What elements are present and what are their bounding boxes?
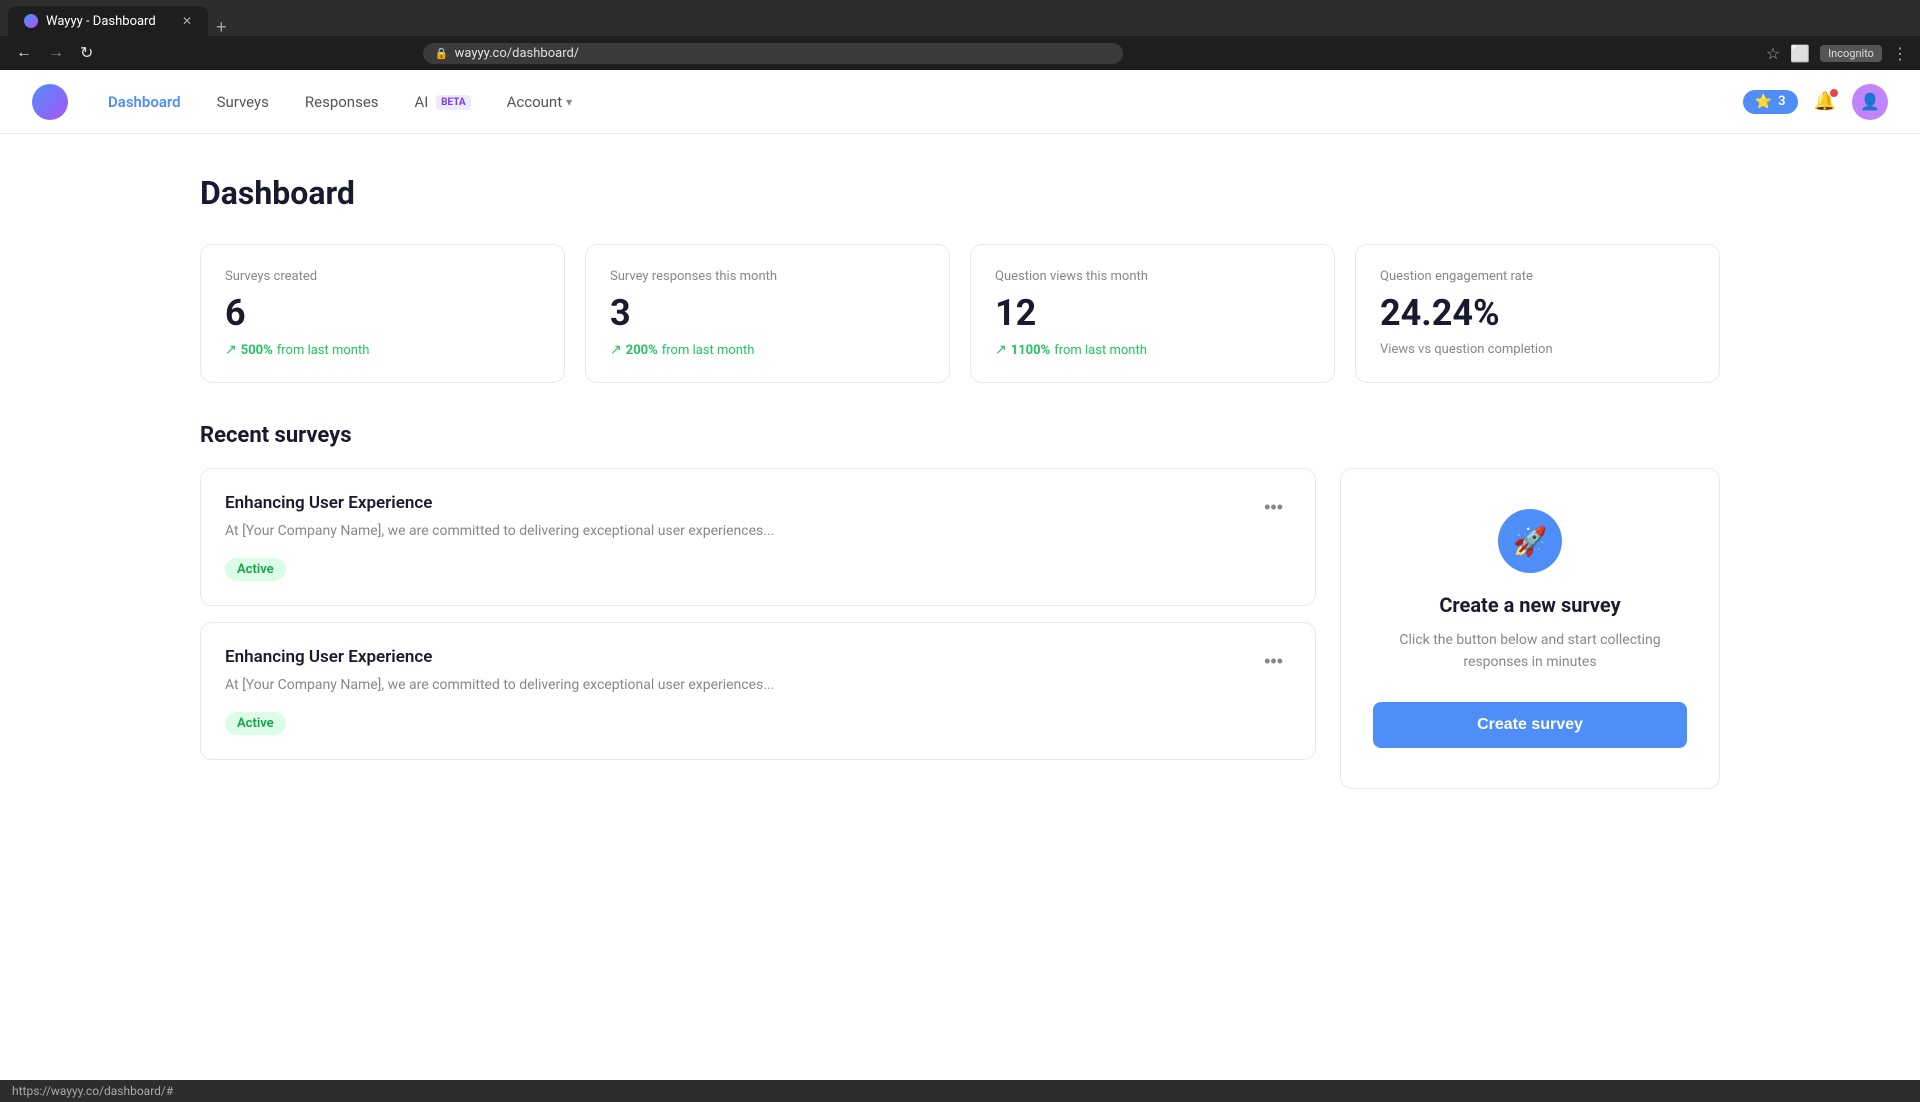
stat-card-responses: Survey responses this month 3 ↗ 200% fro… bbox=[585, 244, 950, 383]
surveys-layout: Enhancing User Experience At [Your Compa… bbox=[200, 468, 1720, 789]
tab-favicon bbox=[24, 14, 38, 28]
new-tab-button[interactable]: + bbox=[216, 18, 227, 36]
active-tab[interactable]: Wayyy - Dashboard ✕ bbox=[8, 6, 208, 36]
stat-suffix-0: from last month bbox=[277, 343, 370, 358]
nav-link-ai[interactable]: AI BETA bbox=[399, 85, 487, 119]
refresh-button[interactable]: ↻ bbox=[76, 41, 97, 65]
account-label: Account bbox=[507, 93, 563, 111]
forward-button[interactable]: → bbox=[44, 42, 68, 64]
browser-toolbar: ← → ↻ 🔒 wayyy.co/dashboard/ ☆ ⬜ Incognit… bbox=[0, 36, 1920, 70]
create-survey-desc: Click the button below and start collect… bbox=[1373, 629, 1687, 674]
app-container: Dashboard Surveys Responses AI BETA Acco… bbox=[0, 70, 1920, 1080]
stat-label-surveys-created: Surveys created bbox=[225, 269, 540, 284]
stat-label-responses: Survey responses this month bbox=[610, 269, 925, 284]
surveys-list: Enhancing User Experience At [Your Compa… bbox=[200, 468, 1316, 789]
points-count: 3 bbox=[1778, 94, 1785, 109]
create-survey-card: 🚀 Create a new survey Click the button b… bbox=[1340, 468, 1720, 789]
incognito-badge: Incognito bbox=[1820, 45, 1882, 62]
survey-more-button-0[interactable]: ••• bbox=[1256, 493, 1291, 522]
stat-label-engagement: Question engagement rate bbox=[1380, 269, 1695, 284]
arrow-icon-2: ↗ bbox=[995, 342, 1007, 358]
url-text: wayyy.co/dashboard/ bbox=[455, 46, 580, 61]
stat-suffix-1: from last month bbox=[662, 343, 755, 358]
stat-card-engagement: Question engagement rate 24.24% Views vs… bbox=[1355, 244, 1720, 383]
page-title: Dashboard bbox=[200, 174, 1720, 212]
chevron-down-icon: ▾ bbox=[566, 95, 572, 109]
nav-link-dashboard[interactable]: Dashboard bbox=[92, 85, 197, 119]
stat-card-surveys-created: Surveys created 6 ↗ 500% from last month bbox=[200, 244, 565, 383]
survey-card-header-0: Enhancing User Experience At [Your Compa… bbox=[225, 493, 1291, 581]
toolbar-right: ☆ ⬜ Incognito ⋮ bbox=[1766, 44, 1908, 63]
logo[interactable] bbox=[32, 84, 68, 120]
stat-suffix-2: from last month bbox=[1054, 343, 1147, 358]
arrow-icon-0: ↗ bbox=[225, 342, 237, 358]
extensions-icon[interactable]: ⬜ bbox=[1790, 44, 1810, 63]
create-survey-button[interactable]: Create survey bbox=[1373, 702, 1687, 748]
nav-link-responses[interactable]: Responses bbox=[289, 85, 395, 119]
tab-title: Wayyy - Dashboard bbox=[46, 14, 156, 29]
main-content: Dashboard Surveys created 6 ↗ 500% from … bbox=[0, 134, 1920, 1080]
nav-link-surveys[interactable]: Surveys bbox=[201, 85, 285, 119]
stats-grid: Surveys created 6 ↗ 500% from last month… bbox=[200, 244, 1720, 383]
status-bar: https://wayyy.co/dashboard/# bbox=[0, 1080, 1920, 1102]
stat-value-surveys-created: 6 bbox=[225, 292, 540, 334]
stat-pct-2: 1100% bbox=[1011, 343, 1050, 358]
stat-value-engagement: 24.24% bbox=[1380, 292, 1695, 334]
address-bar[interactable]: 🔒 wayyy.co/dashboard/ bbox=[423, 43, 1123, 64]
browser-chrome: Wayyy - Dashboard ✕ + ← → ↻ 🔒 wayyy.co/d… bbox=[0, 0, 1920, 70]
stat-value-views: 12 bbox=[995, 292, 1310, 334]
survey-info-0: Enhancing User Experience At [Your Compa… bbox=[225, 493, 774, 581]
survey-desc-1: At [Your Company Name], we are committed… bbox=[225, 675, 774, 696]
survey-card-0: Enhancing User Experience At [Your Compa… bbox=[200, 468, 1316, 606]
notification-dot bbox=[1830, 89, 1838, 97]
survey-card-header-1: Enhancing User Experience At [Your Compa… bbox=[225, 647, 1291, 735]
more-icon[interactable]: ⋮ bbox=[1892, 44, 1908, 63]
nav-account[interactable]: Account ▾ bbox=[491, 85, 589, 119]
browser-tabs: Wayyy - Dashboard ✕ + bbox=[0, 0, 1920, 36]
notifications-button[interactable]: 🔔 bbox=[1814, 91, 1836, 112]
create-survey-icon: 🚀 bbox=[1498, 509, 1562, 573]
arrow-icon-1: ↗ bbox=[610, 342, 622, 358]
nav-links: Dashboard Surveys Responses AI BETA Acco… bbox=[92, 85, 1743, 119]
stat-change-views: ↗ 1100% from last month bbox=[995, 342, 1310, 358]
stat-pct-1: 200% bbox=[626, 343, 658, 358]
survey-title-0: Enhancing User Experience bbox=[225, 493, 774, 513]
points-badge[interactable]: ⭐ 3 bbox=[1743, 90, 1798, 114]
create-survey-title: Create a new survey bbox=[1439, 593, 1620, 617]
survey-more-button-1[interactable]: ••• bbox=[1256, 647, 1291, 676]
beta-badge: BETA bbox=[436, 95, 471, 110]
top-nav: Dashboard Surveys Responses AI BETA Acco… bbox=[0, 70, 1920, 134]
stat-label-views: Question views this month bbox=[995, 269, 1310, 284]
back-button[interactable]: ← bbox=[12, 42, 36, 64]
stat-card-views: Question views this month 12 ↗ 1100% fro… bbox=[970, 244, 1335, 383]
points-icon: ⭐ bbox=[1755, 94, 1772, 110]
star-icon[interactable]: ☆ bbox=[1766, 44, 1780, 63]
stat-note-engagement: Views vs question completion bbox=[1380, 342, 1695, 357]
tab-close-button[interactable]: ✕ bbox=[182, 14, 192, 28]
stat-value-responses: 3 bbox=[610, 292, 925, 334]
rocket-icon: 🚀 bbox=[1513, 525, 1548, 558]
section-title-recent: Recent surveys bbox=[200, 423, 1720, 448]
survey-desc-0: At [Your Company Name], we are committed… bbox=[225, 521, 774, 542]
nav-right: ⭐ 3 🔔 👤 bbox=[1743, 84, 1888, 120]
status-badge-0: Active bbox=[225, 558, 286, 581]
status-url: https://wayyy.co/dashboard/# bbox=[12, 1084, 173, 1098]
avatar[interactable]: 👤 bbox=[1852, 84, 1888, 120]
stat-pct-0: 500% bbox=[241, 343, 273, 358]
status-badge-1: Active bbox=[225, 712, 286, 735]
survey-card-1: Enhancing User Experience At [Your Compa… bbox=[200, 622, 1316, 760]
nav-ai-label: AI bbox=[415, 93, 429, 111]
stat-change-responses: ↗ 200% from last month bbox=[610, 342, 925, 358]
survey-info-1: Enhancing User Experience At [Your Compa… bbox=[225, 647, 774, 735]
lock-icon: 🔒 bbox=[435, 47, 449, 60]
survey-title-1: Enhancing User Experience bbox=[225, 647, 774, 667]
stat-change-surveys-created: ↗ 500% from last month bbox=[225, 342, 540, 358]
